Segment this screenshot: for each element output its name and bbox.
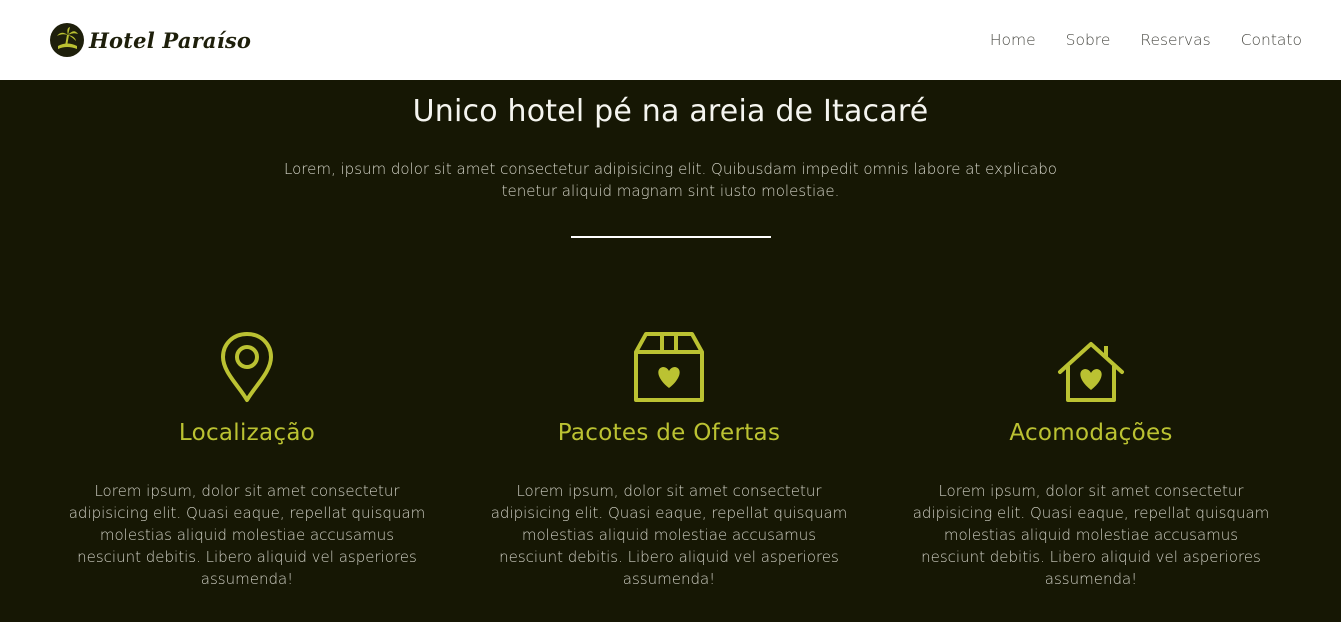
nav-link-home[interactable]: Home xyxy=(990,31,1036,49)
brand-name: Hotel Paraíso xyxy=(89,27,252,53)
feature-acomodacoes: Acomodações Lorem ipsum, dolor sit amet … xyxy=(880,330,1302,590)
feature-title: Pacotes de Ofertas xyxy=(557,420,781,446)
feature-text: Lorem ipsum, dolor sit amet consectetur … xyxy=(490,482,848,588)
navbar: Hotel Paraíso Home Sobre Reservas Contat… xyxy=(0,0,1341,80)
feature-localizacao: Localização Lorem ipsum, dolor sit amet … xyxy=(36,330,458,590)
brand-link[interactable]: Hotel Paraíso xyxy=(49,22,251,58)
palm-tree-icon xyxy=(50,23,84,57)
nav-link-reservas[interactable]: Reservas xyxy=(1140,31,1210,49)
house-heart-icon xyxy=(1058,342,1124,402)
feature-title: Acomodações xyxy=(1009,420,1173,446)
hero-title: Unico hotel pé na areia de Itacaré xyxy=(412,94,929,129)
hero-divider xyxy=(570,236,771,238)
feature-text: Lorem ipsum, dolor sit amet consectetur … xyxy=(912,482,1270,588)
gift-box-heart-icon xyxy=(634,332,704,402)
feature-pacotes: Pacotes de Ofertas Lorem ipsum, dolor si… xyxy=(458,330,880,590)
features-row: Localização Lorem ipsum, dolor sit amet … xyxy=(36,330,1302,590)
hero-section: Unico hotel pé na areia de Itacaré Lorem… xyxy=(0,80,1341,622)
nav-link-sobre[interactable]: Sobre xyxy=(1066,31,1111,49)
hero-text: Lorem, ipsum dolor sit amet consectetur … xyxy=(284,160,1057,200)
feature-title: Localização xyxy=(178,420,316,446)
feature-text: Lorem ipsum, dolor sit amet consectetur … xyxy=(68,482,426,588)
nav-link-contato[interactable]: Contato xyxy=(1241,31,1302,49)
main-nav: Home Sobre Reservas Contato xyxy=(990,31,1302,49)
map-pin-icon xyxy=(221,332,273,402)
